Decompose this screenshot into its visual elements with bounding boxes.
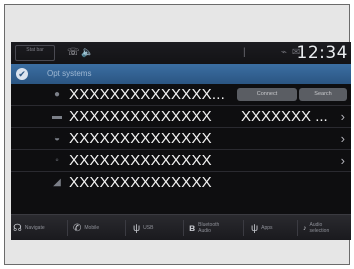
bottom-nav: ☊ Navigate ✆ Mobile ψ USB ʙ Bluetooth Au…: [11, 214, 351, 240]
list-item-label: XXXXXXXXXXXXXX: [69, 174, 212, 191]
list-item-value: XXXXXXX ...: [241, 108, 328, 125]
list-item[interactable]: ◦ XXXXXXXXXXXXXX ›: [11, 150, 351, 172]
manual-frame: Stat bar ☏ 🔈 | ⌁ ✉ 12:34 ✔ Opt systems ●…: [4, 4, 351, 265]
car-icon: ▬: [52, 111, 62, 122]
divider: [297, 220, 298, 236]
title-bar: ✔ Opt systems: [11, 64, 351, 84]
status-label[interactable]: Stat bar: [15, 45, 55, 61]
search-button[interactable]: Search: [299, 88, 347, 101]
nav-apps[interactable]: ψ Apps: [251, 215, 273, 240]
chevron-right-icon: ›: [340, 153, 345, 168]
status-bar: Stat bar ☏ 🔈 | ⌁ ✉ 12:34: [11, 42, 351, 64]
list-item[interactable]: ◢ XXXXXXXXXXXXXX: [11, 172, 351, 194]
list-item[interactable]: ▬ XXXXXXXXXXXXXX XXXXXXX ... ›: [11, 106, 351, 128]
connect-button[interactable]: Connect: [237, 88, 297, 101]
list-item[interactable]: ● XXXXXXXXXXXXXX... Connect Search: [11, 84, 351, 106]
signal-icon: ◢: [53, 177, 61, 188]
phone-status-icon: ☏: [67, 47, 80, 58]
wifi-icon: ◒: [53, 133, 61, 144]
divider: [243, 220, 244, 236]
phone-icon: ✆: [73, 222, 82, 234]
list-item-label: XXXXXXXXXXXXXX: [69, 108, 212, 125]
infotainment-screen: Stat bar ☏ 🔈 | ⌁ ✉ 12:34 ✔ Opt systems ●…: [11, 42, 351, 240]
audio-icon: ♪: [303, 224, 307, 232]
bluetooth-icon: ʙ: [189, 222, 196, 234]
check-icon: ✔: [16, 68, 28, 80]
nav-mobile[interactable]: ✆ Mobile: [73, 215, 99, 240]
nav-navigate[interactable]: ☊ Navigate: [13, 215, 45, 240]
page-title: Opt systems: [47, 69, 92, 78]
usb-icon: ψ: [251, 222, 259, 234]
list-item-label: XXXXXXXXXXXXXX: [69, 130, 212, 147]
nav-usb[interactable]: ψ USB: [133, 215, 153, 240]
pin-icon: ●: [53, 89, 61, 100]
list-item[interactable]: ◒ XXXXXXXXXXXXXX ›: [11, 128, 351, 150]
divider: [125, 220, 126, 236]
info-icon: |: [243, 47, 246, 58]
divider: [183, 220, 184, 236]
nav-bluetooth-audio[interactable]: ʙ Bluetooth Audio: [189, 215, 228, 240]
usb-icon: ψ: [133, 222, 141, 234]
headset-icon: ☊: [13, 222, 22, 234]
chevron-right-icon: ›: [340, 109, 345, 124]
chevron-right-icon: ›: [340, 131, 345, 146]
volume-icon: 🔈: [81, 47, 94, 58]
list-item-label: XXXXXXXXXXXXXX: [69, 152, 212, 169]
list-item-label: XXXXXXXXXXXXXX...: [69, 86, 225, 103]
signal-status-icon: ⌁: [281, 47, 288, 58]
phone-icon: ◦: [55, 155, 59, 166]
divider: [67, 220, 68, 236]
nav-audio-selection[interactable]: ♪ Audio selection: [303, 215, 338, 240]
clock: 12:34: [296, 43, 348, 63]
